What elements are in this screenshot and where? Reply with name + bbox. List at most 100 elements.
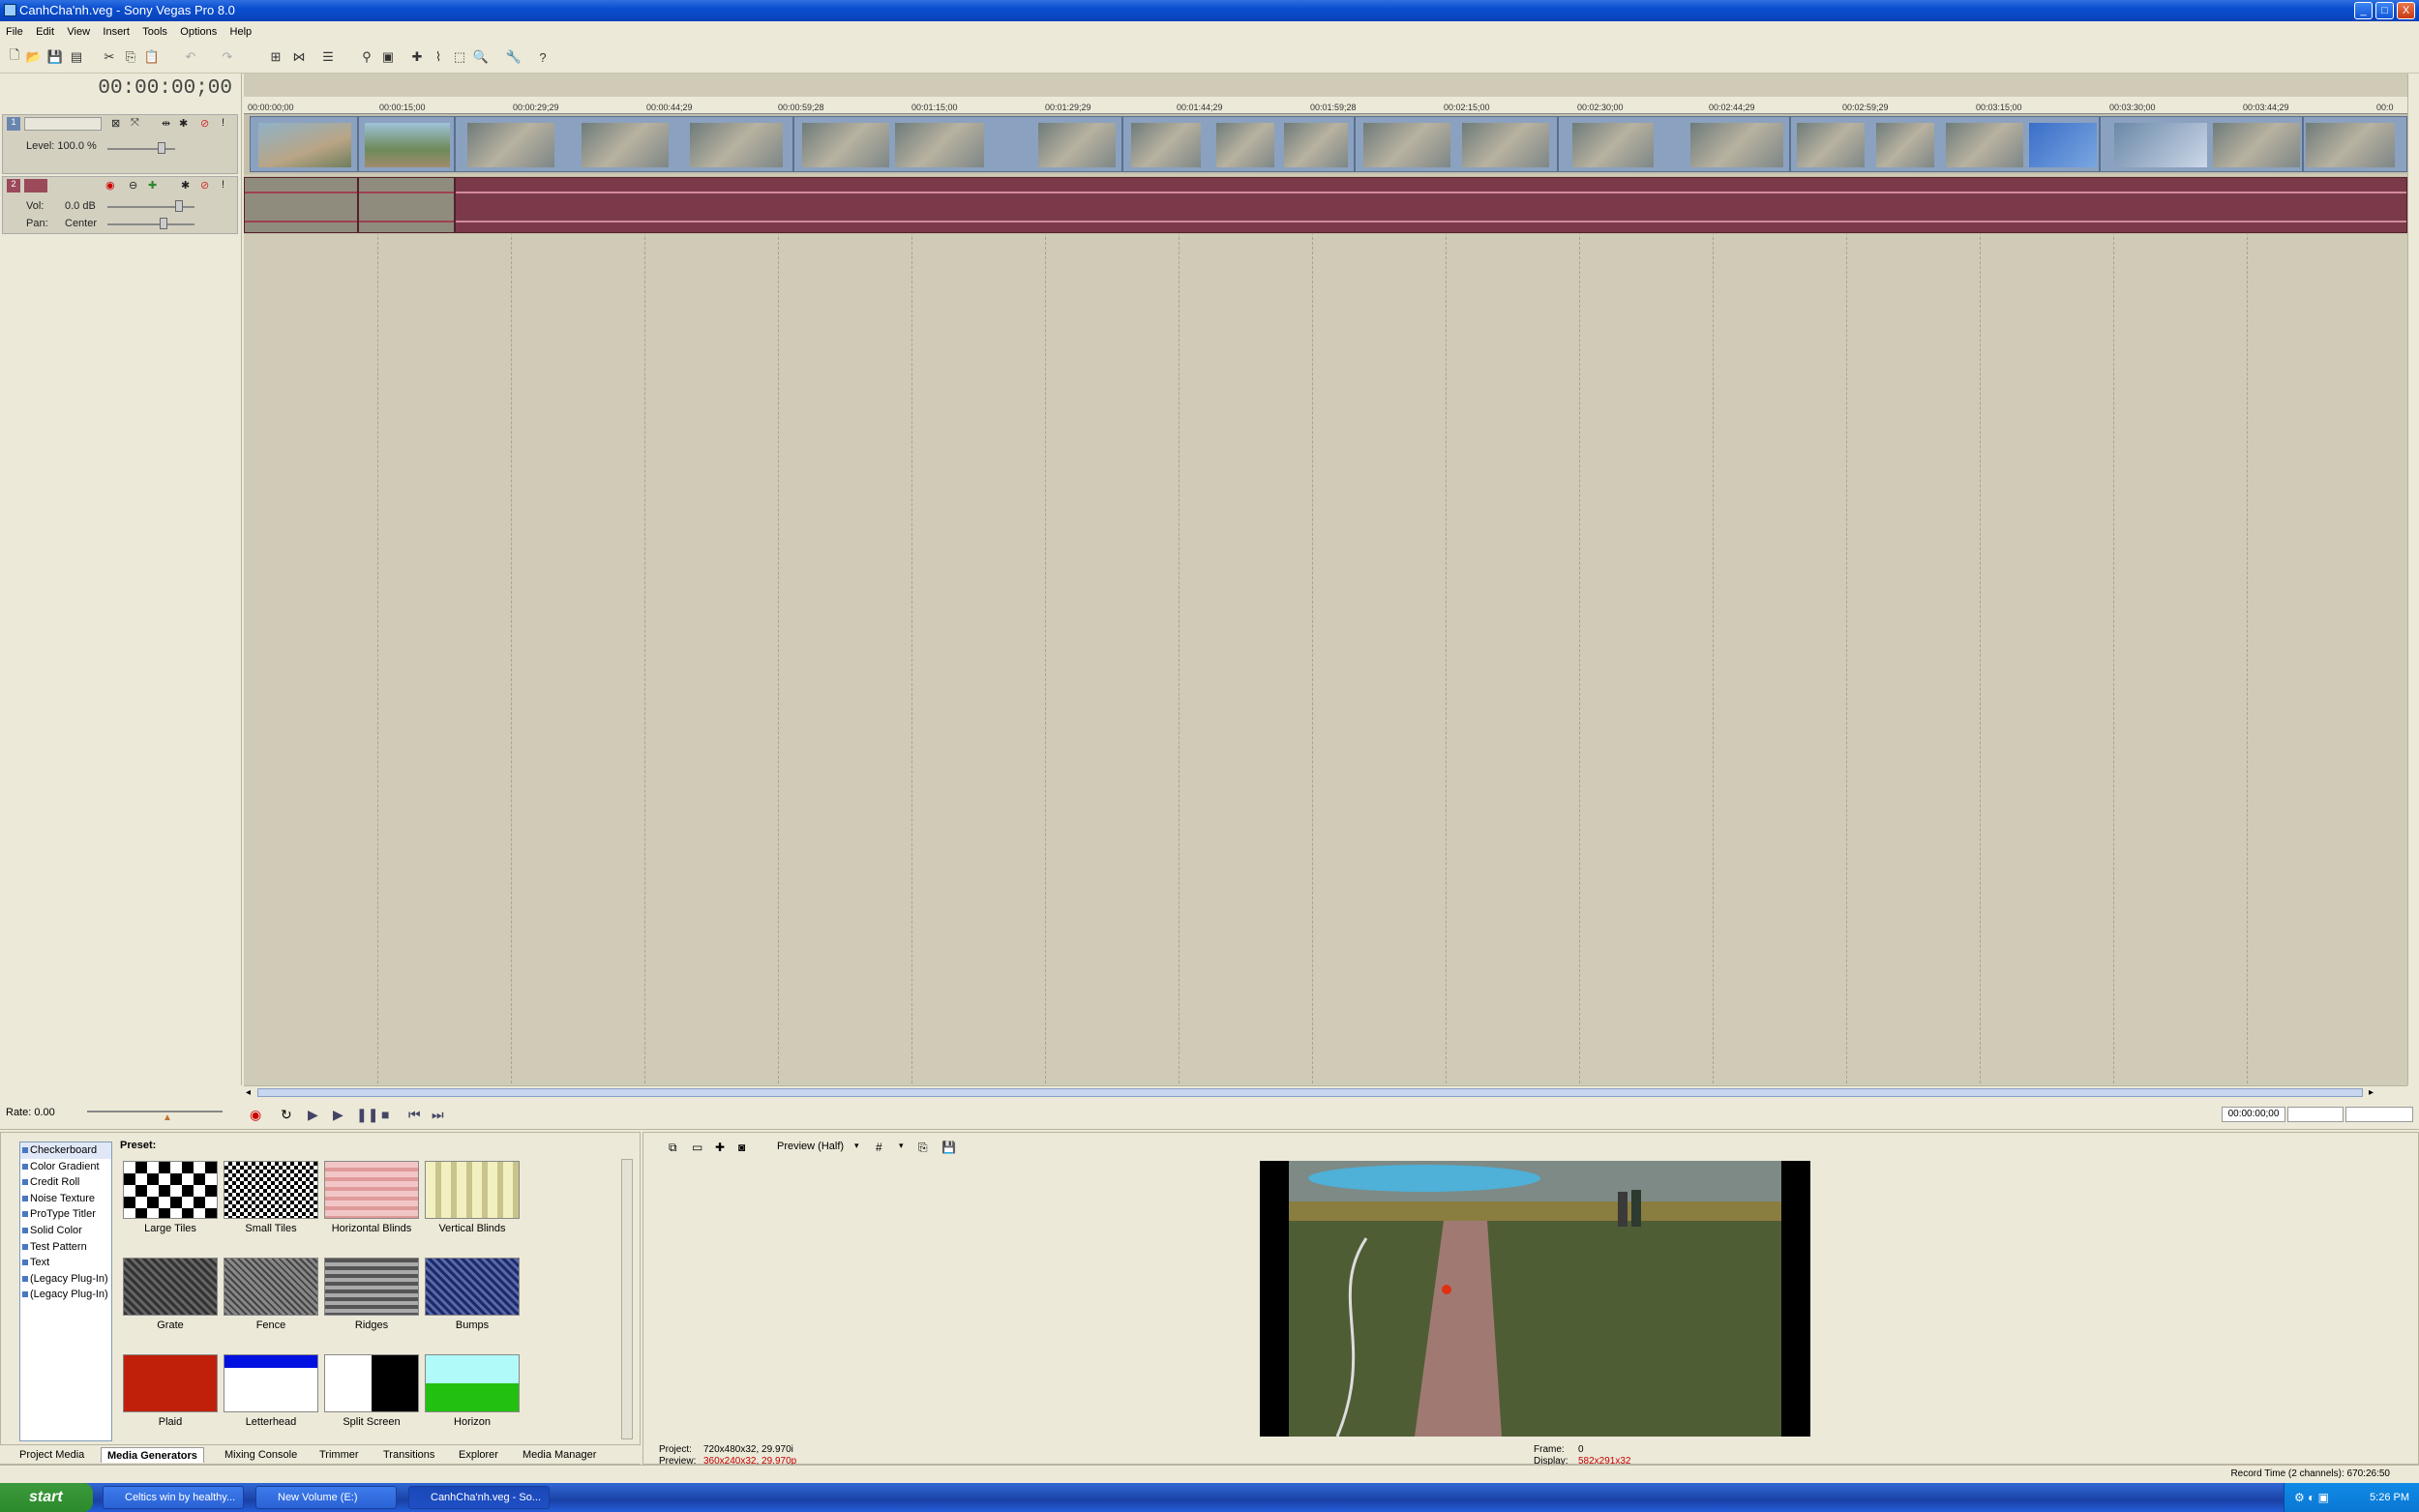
- motion-icon[interactable]: ⤧: [131, 117, 139, 130]
- timeline-horizontal-scrollbar[interactable]: ◂ ▸: [244, 1085, 2407, 1099]
- menu-file[interactable]: File: [2, 22, 27, 42]
- save-snapshot-icon[interactable]: 💾: [941, 1141, 956, 1154]
- invert-phase-icon[interactable]: ⊖: [129, 179, 137, 192]
- preset-horizontal-blinds[interactable]: Horizontal Blinds: [321, 1157, 422, 1250]
- preset-ridges[interactable]: Ridges: [321, 1254, 422, 1347]
- video-track-name-field[interactable]: [24, 117, 102, 131]
- loop-playback-icon[interactable]: ↻: [281, 1107, 292, 1123]
- video-track-header[interactable]: 1 ⊠ ⤧ ⇹ ✱ ⊘ ! Level: 100.0 %: [2, 114, 238, 174]
- wrench-icon[interactable]: 🔧: [505, 48, 523, 66]
- list-item[interactable]: (Legacy Plug-In) V: [20, 1287, 111, 1303]
- lock-envelopes-icon[interactable]: ⚲: [358, 48, 375, 66]
- audio-fx-icon[interactable]: ✱: [181, 179, 190, 192]
- list-item[interactable]: ProType Titler: [20, 1206, 111, 1223]
- audio-track-name-field[interactable]: [24, 179, 47, 193]
- tab-explorer[interactable]: Explorer: [453, 1447, 504, 1463]
- list-item[interactable]: Noise Texture: [20, 1191, 111, 1207]
- chevron-down-icon[interactable]: ▾: [854, 1141, 859, 1151]
- timeline-vertical-scrollbar[interactable]: [2407, 74, 2419, 1085]
- preset-fence[interactable]: Fence: [221, 1254, 321, 1347]
- preset-vertical-blinds[interactable]: Vertical Blinds: [422, 1157, 523, 1250]
- video-clip[interactable]: [250, 116, 358, 172]
- go-to-start-icon[interactable]: ⏮: [408, 1107, 421, 1123]
- taskbar-item-browser[interactable]: Celtics win by healthy...: [103, 1486, 244, 1509]
- tab-transitions[interactable]: Transitions: [377, 1447, 440, 1463]
- properties-icon[interactable]: ▤: [68, 48, 85, 66]
- timeline-scroll-thumb[interactable]: [257, 1088, 2363, 1097]
- audio-solo-icon[interactable]: !: [222, 179, 224, 191]
- list-item[interactable]: Text: [20, 1255, 111, 1271]
- split-screen-view-icon[interactable]: ◙: [738, 1141, 745, 1154]
- video-clip[interactable]: [358, 116, 455, 172]
- audio-track-header[interactable]: 2 ◉ ⊖ ✚ ✱ ⊘ ! Vol: 0.0 dB Pan: Center: [2, 176, 238, 234]
- menu-options[interactable]: Options: [176, 22, 221, 42]
- open-folder-icon[interactable]: 📂: [25, 48, 43, 66]
- video-clip[interactable]: [793, 116, 1122, 172]
- redo-icon[interactable]: ↷: [219, 48, 236, 66]
- video-clip[interactable]: [1122, 116, 1355, 172]
- overlays-icon[interactable]: #: [876, 1141, 882, 1154]
- menu-tools[interactable]: Tools: [138, 22, 171, 42]
- level-slider-thumb[interactable]: [158, 142, 165, 154]
- list-item[interactable]: (Legacy Plug-In) T: [20, 1271, 111, 1288]
- preset-grate[interactable]: Grate: [120, 1254, 221, 1347]
- tab-trimmer[interactable]: Trimmer: [314, 1447, 365, 1463]
- composite-mode-icon[interactable]: ⊠: [111, 117, 120, 130]
- menu-help[interactable]: Help: [226, 22, 256, 42]
- start-button[interactable]: start: [0, 1483, 93, 1512]
- audio-routing-icon[interactable]: ✚: [148, 179, 157, 192]
- track-fx-icon[interactable]: ✱: [179, 117, 188, 130]
- cut-icon[interactable]: ✂: [101, 48, 118, 66]
- pan-slider-thumb[interactable]: [160, 218, 167, 229]
- solo-icon[interactable]: !: [222, 117, 224, 129]
- audio-clip[interactable]: [358, 177, 455, 233]
- preview-fx-icon[interactable]: ✚: [715, 1141, 725, 1154]
- time-ruler[interactable]: 00:00:00;00 00:00:15;00 00:00:29;29 00:0…: [244, 97, 2407, 114]
- menu-insert[interactable]: Insert: [99, 22, 134, 42]
- zoom-tool-icon[interactable]: 🔍: [472, 48, 490, 66]
- chevron-down-icon[interactable]: ▾: [899, 1141, 904, 1151]
- new-file-icon[interactable]: 🗋: [6, 47, 23, 66]
- paste-icon[interactable]: 📋: [143, 48, 161, 66]
- end-time-field[interactable]: 00:00:00;00: [2222, 1107, 2285, 1122]
- rate-slider-thumb[interactable]: ▲: [163, 1112, 172, 1123]
- list-item[interactable]: Solid Color: [20, 1223, 111, 1239]
- selection-length-field[interactable]: [2345, 1107, 2413, 1122]
- video-clip[interactable]: [1790, 116, 2100, 172]
- list-item[interactable]: Credit Roll: [20, 1174, 111, 1191]
- auto-crossfade-icon[interactable]: ⋈: [290, 48, 308, 66]
- video-clip[interactable]: [1355, 116, 1558, 172]
- enable-snapping-icon[interactable]: ⊞: [267, 48, 284, 66]
- preset-large-tiles[interactable]: Large Tiles: [120, 1157, 221, 1250]
- video-clip[interactable]: [1558, 116, 1790, 172]
- ignore-grouping-icon[interactable]: ▣: [379, 48, 397, 66]
- list-item[interactable]: Test Pattern: [20, 1239, 111, 1256]
- preset-split-screen[interactable]: Split Screen: [321, 1350, 422, 1443]
- whats-this-help-icon[interactable]: ?: [534, 48, 552, 66]
- preview-video-frame[interactable]: [1260, 1161, 1810, 1437]
- audio-clip[interactable]: [244, 177, 358, 233]
- audio-track-lane[interactable]: [244, 176, 2407, 234]
- minimize-button[interactable]: _: [2354, 2, 2373, 19]
- length-field[interactable]: [2287, 1107, 2344, 1122]
- scroll-left-icon[interactable]: ◂: [246, 1087, 251, 1098]
- go-to-end-icon[interactable]: ⏭: [432, 1107, 444, 1123]
- ripple-edit-icon[interactable]: ☰: [319, 48, 337, 66]
- video-clip[interactable]: [2100, 116, 2303, 172]
- normal-edit-tool-icon[interactable]: ✚: [408, 48, 426, 66]
- list-item[interactable]: Color Gradient: [20, 1159, 111, 1175]
- stop-icon[interactable]: ■: [381, 1107, 389, 1122]
- undo-icon[interactable]: ↶: [182, 48, 199, 66]
- tray-icons[interactable]: ⚙ ◐ ▣: [2294, 1483, 2329, 1512]
- video-clip[interactable]: [455, 116, 793, 172]
- pause-icon[interactable]: ❚❚: [356, 1107, 378, 1123]
- generator-list[interactable]: Checkerboard Color Gradient Credit Roll …: [19, 1141, 112, 1441]
- play-icon[interactable]: ▶: [333, 1107, 343, 1123]
- preset-bumps[interactable]: Bumps: [422, 1254, 523, 1347]
- menu-view[interactable]: View: [63, 22, 94, 42]
- arm-for-record-icon[interactable]: ◉: [105, 179, 115, 192]
- preset-scrollbar[interactable]: [621, 1159, 633, 1439]
- envelope-tool-icon[interactable]: ⌇: [430, 48, 447, 66]
- audio-mute-icon[interactable]: ⊘: [200, 179, 209, 192]
- preset-plaid[interactable]: Plaid: [120, 1350, 221, 1443]
